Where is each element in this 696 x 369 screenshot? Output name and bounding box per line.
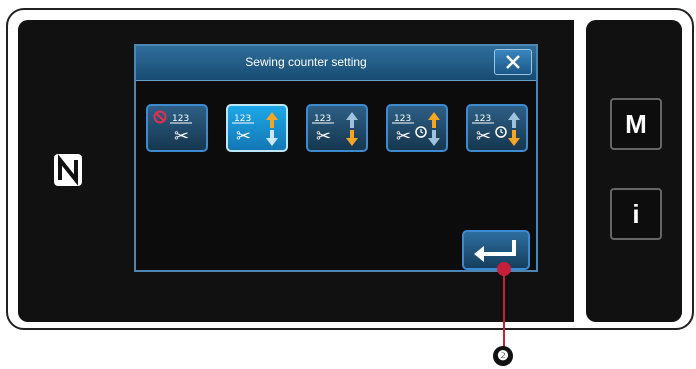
nfc-icon: [54, 154, 82, 186]
close-icon: [506, 55, 520, 69]
counter-option-up[interactable]: 123 ✂: [226, 104, 288, 152]
dialog-title-bar: Sewing counter setting: [136, 46, 536, 81]
counter-option-up-time[interactable]: 123 ✂: [386, 104, 448, 152]
enter-icon: [474, 240, 516, 262]
svg-text:✂: ✂: [316, 126, 331, 147]
callout-leader-line: [503, 268, 505, 348]
up-counter-thread-trim-icon: 123 ✂: [232, 112, 278, 147]
svg-text:✂: ✂: [174, 126, 189, 147]
callout-number-badge: ❷: [493, 346, 513, 366]
up-counter-time-icon: 123 ✂: [392, 112, 440, 147]
svg-text:✂: ✂: [396, 126, 411, 147]
no-counter-thread-trim-icon: 123 ✂: [153, 110, 192, 147]
svg-text:✂: ✂: [236, 126, 251, 147]
down-counter-thread-trim-icon: 123 ✂: [312, 112, 358, 147]
down-counter-time-icon: 123 ✂: [472, 112, 520, 147]
svg-text:✂: ✂: [476, 126, 491, 147]
info-button[interactable]: i: [610, 188, 662, 240]
counter-option-down[interactable]: 123 ✂: [306, 104, 368, 152]
sewing-counter-dialog: Sewing counter setting 123 ✂ 123 ✂ 123 ✂…: [134, 44, 538, 272]
close-button[interactable]: [494, 49, 532, 75]
dialog-title: Sewing counter setting: [245, 55, 367, 69]
counter-option-down-time[interactable]: 123 ✂: [466, 104, 528, 152]
side-panel: M i: [586, 20, 682, 322]
counter-option-off[interactable]: 123 ✂: [146, 104, 208, 152]
mode-button[interactable]: M: [610, 98, 662, 150]
enter-button[interactable]: [462, 230, 530, 270]
